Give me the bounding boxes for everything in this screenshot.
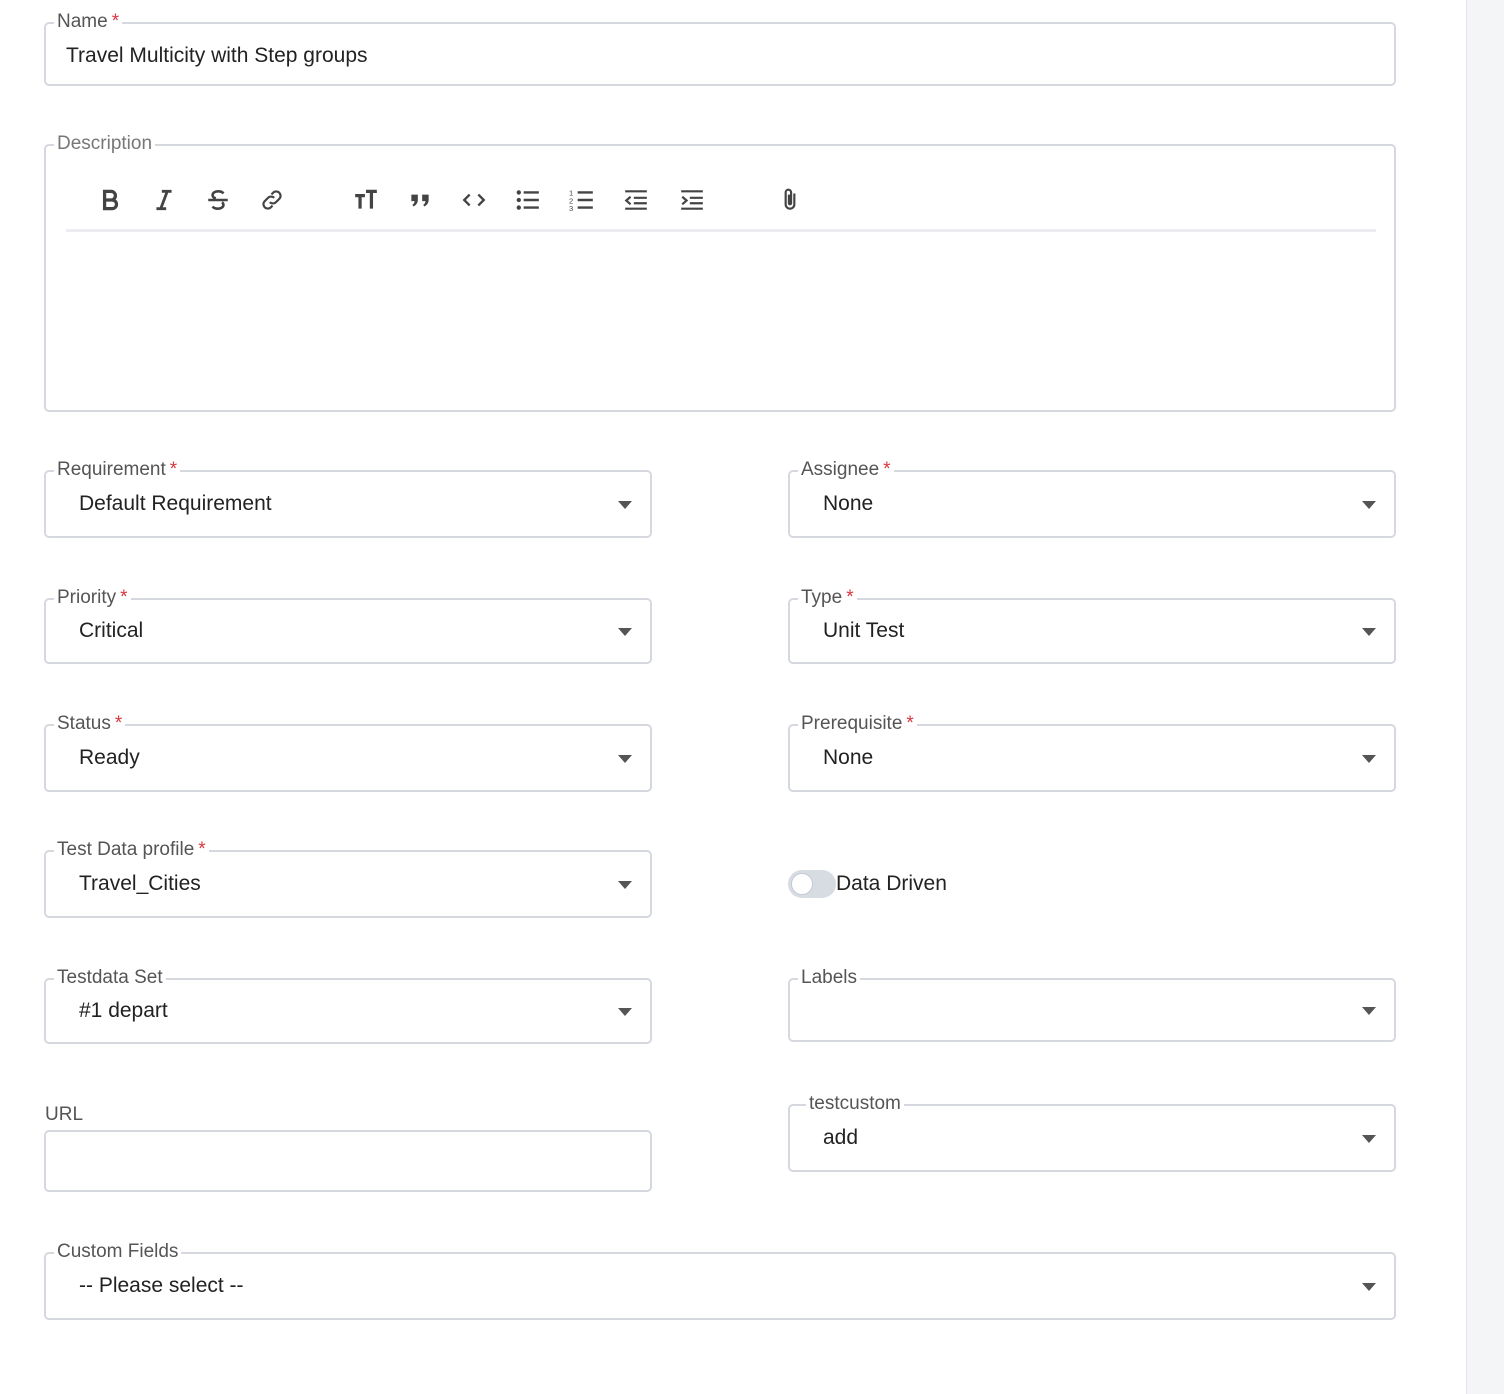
required-mark: *	[846, 587, 854, 608]
requirement-select[interactable]: Requirement * Default Requirement	[44, 458, 652, 538]
prerequisite-value: None	[823, 746, 874, 769]
heading-icon[interactable]	[348, 182, 384, 218]
chevron-down-icon[interactable]	[1362, 1283, 1376, 1291]
name-label: Name *	[54, 10, 123, 34]
svg-text:3: 3	[569, 204, 573, 213]
assignee-value: None	[823, 492, 874, 515]
url-label: URL	[45, 1104, 84, 1125]
prerequisite-label-text: Prerequisite	[801, 713, 903, 734]
name-label-text: Name	[57, 11, 108, 32]
chevron-down-icon[interactable]	[1362, 628, 1376, 636]
bold-icon[interactable]	[92, 182, 128, 218]
chevron-down-icon[interactable]	[618, 501, 632, 509]
chevron-down-icon[interactable]	[1362, 1007, 1376, 1015]
type-label-text: Type	[801, 587, 843, 608]
type-value: Unit Test	[823, 619, 905, 642]
status-value: Ready	[79, 746, 140, 769]
data-driven-toggle[interactable]	[788, 870, 836, 898]
page-scrollbar[interactable]	[1466, 0, 1504, 1394]
name-value[interactable]: Travel Multicity with Step groups	[66, 43, 368, 69]
description-editor[interactable]: Description 123	[44, 132, 1396, 412]
italic-icon[interactable]	[146, 182, 182, 218]
indent-icon[interactable]	[674, 182, 710, 218]
required-mark: *	[114, 713, 123, 734]
requirement-label: Requirement *	[54, 458, 181, 482]
priority-label: Priority *	[54, 586, 131, 610]
prerequisite-select[interactable]: Prerequisite * None	[788, 712, 1396, 792]
testcustom-value: add	[823, 1126, 859, 1149]
testcustom-label: testcustom	[806, 1092, 904, 1116]
attachment-icon[interactable]	[772, 182, 808, 218]
chevron-down-icon[interactable]	[1362, 755, 1376, 763]
type-label: Type *	[798, 586, 857, 610]
required-mark: *	[883, 459, 891, 480]
priority-value: Critical	[79, 619, 144, 642]
chevron-down-icon[interactable]	[618, 628, 632, 636]
type-select[interactable]: Type * Unit Test	[788, 586, 1396, 664]
bullet-list-icon[interactable]	[510, 182, 546, 218]
quote-icon[interactable]	[402, 182, 438, 218]
status-label: Status *	[54, 712, 126, 736]
strikethrough-icon[interactable]	[200, 182, 236, 218]
chevron-down-icon[interactable]	[1362, 501, 1376, 509]
required-mark: *	[198, 839, 206, 860]
chevron-down-icon[interactable]	[618, 881, 632, 889]
required-mark: *	[906, 713, 914, 734]
requirement-label-text: Requirement	[57, 459, 166, 480]
custom-fields-value: -- Please select --	[79, 1274, 244, 1297]
labels-select[interactable]: Labels	[788, 966, 1396, 1042]
url-input[interactable]	[44, 1130, 652, 1192]
status-label-text: Status	[57, 713, 111, 734]
testdata-set-value: #1 depart	[79, 999, 168, 1022]
outdent-icon[interactable]	[618, 182, 654, 218]
editor-toolbar: 123	[66, 176, 1376, 232]
labels-label: Labels	[798, 966, 860, 990]
priority-select[interactable]: Priority * Critical	[44, 586, 652, 664]
description-label: Description	[54, 132, 156, 156]
assignee-select[interactable]: Assignee * None	[788, 458, 1396, 538]
test-data-profile-select[interactable]: Test Data profile * Travel_Cities	[44, 838, 652, 918]
test-data-profile-label: Test Data profile *	[54, 838, 209, 862]
chevron-down-icon[interactable]	[618, 755, 632, 763]
code-icon[interactable]	[456, 182, 492, 218]
testdata-set-select[interactable]: Testdata Set #1 depart	[44, 966, 652, 1044]
chevron-down-icon[interactable]	[618, 1008, 632, 1016]
toggle-knob	[791, 873, 813, 895]
testdata-set-label: Testdata Set	[54, 966, 166, 990]
priority-label-text: Priority	[57, 587, 117, 608]
data-driven-toggle-row: Data Driven	[788, 870, 947, 898]
custom-fields-label: Custom Fields	[54, 1240, 182, 1264]
data-driven-label: Data Driven	[836, 872, 947, 895]
requirement-value: Default Requirement	[79, 492, 272, 515]
name-field[interactable]: Name * Travel Multicity with Step groups	[44, 10, 1396, 86]
required-mark: *	[120, 587, 128, 608]
prerequisite-label: Prerequisite *	[798, 712, 917, 736]
assignee-label-text: Assignee	[801, 459, 880, 480]
required-mark: *	[111, 11, 120, 32]
required-mark: *	[169, 459, 178, 480]
link-icon[interactable]	[254, 182, 290, 218]
status-select[interactable]: Status * Ready	[44, 712, 652, 792]
numbered-list-icon[interactable]: 123	[564, 182, 600, 218]
test-data-profile-value: Travel_Cities	[79, 872, 201, 895]
assignee-label: Assignee *	[798, 458, 894, 482]
test-data-profile-label-text: Test Data profile	[57, 839, 195, 860]
testcustom-select[interactable]: testcustom add	[788, 1092, 1396, 1172]
custom-fields-select[interactable]: Custom Fields -- Please select --	[44, 1240, 1396, 1320]
chevron-down-icon[interactable]	[1362, 1135, 1376, 1143]
